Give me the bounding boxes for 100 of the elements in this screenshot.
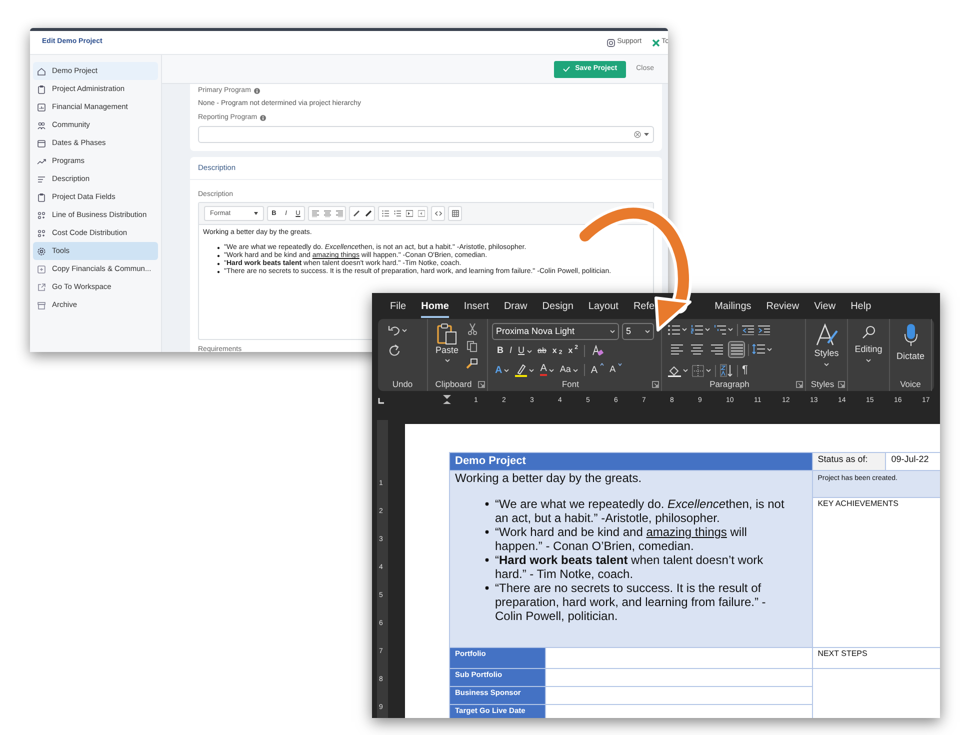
dictate-button[interactable]: Dictate (894, 323, 927, 378)
group-label: Font (562, 378, 579, 391)
support-icon (607, 38, 616, 46)
caret-icon (866, 358, 871, 362)
caret-icon (529, 368, 534, 372)
trend-icon (37, 156, 46, 166)
redo-button[interactable] (388, 344, 400, 356)
paste-button[interactable]: Paste (432, 323, 462, 378)
superscript-button[interactable]: x$^{2}$ (568, 345, 578, 357)
styles-icon (814, 323, 838, 347)
lines-icon (37, 174, 46, 184)
caret-icon (705, 328, 710, 331)
align-right-icon (710, 344, 722, 355)
microphone-icon (904, 323, 918, 347)
table-cell: KEY ACHIEVEMENTS (812, 498, 940, 648)
calendar-icon (37, 138, 46, 148)
indent-marker-icon (443, 395, 451, 406)
ribbon-tab[interactable]: Help (850, 296, 872, 318)
highlighter-icon (515, 364, 528, 376)
caret-icon (645, 330, 650, 333)
italic-button[interactable]: I (510, 344, 512, 358)
font-size-field[interactable]: 5 (622, 323, 654, 340)
align-center-icon (690, 344, 702, 355)
caret-icon (526, 350, 532, 352)
grid-icon (37, 228, 46, 238)
bullet-item: “We are what we repeatedly do. Excellencethen, is not an act, but a habit.” -Aristotle, philosopher. (485, 497, 787, 525)
body-paragraph: Working a better day by the greats. (455, 471, 643, 485)
ribbon-tab[interactable]: Mailings (714, 296, 752, 318)
dialog-launcher-icon (838, 381, 845, 388)
dialog-launcher-icon (478, 381, 485, 388)
ribbon-tab[interactable]: Layout (588, 296, 618, 318)
people-icon (37, 120, 46, 130)
caret-icon (254, 212, 258, 215)
font-color-button[interactable]: A (540, 364, 554, 376)
grow-button[interactable]: A (590, 362, 604, 378)
outdent-icon (406, 210, 412, 217)
decrease-indent-icon (742, 324, 754, 334)
format-painter-button[interactable] (466, 358, 478, 369)
decrease-indent-button[interactable] (742, 324, 754, 334)
numbered-list-icon (394, 210, 400, 217)
ribbon-tab[interactable]: File (390, 296, 406, 318)
show-formatting-button[interactable]: ¶ (742, 362, 748, 379)
increase-indent-button[interactable] (758, 324, 770, 334)
caret-icon (644, 132, 649, 136)
numbered-list-button[interactable] (691, 324, 710, 334)
ribbon-tab[interactable]: Review (766, 296, 800, 318)
editing-button[interactable]: Editing (852, 323, 885, 378)
search-icon (862, 325, 876, 339)
text-effects-button[interactable]: A (495, 362, 510, 378)
increase-indent-icon (758, 324, 770, 334)
group-label: Clipboard (435, 378, 472, 391)
styles-button[interactable]: Styles (810, 323, 843, 378)
line-spacing-button[interactable] (752, 344, 772, 355)
bold-button[interactable]: B (497, 344, 504, 358)
clipboard-icon (37, 84, 46, 94)
ribbon-tab[interactable]: Refe (633, 296, 655, 318)
ribbon-tab[interactable]: Design (542, 296, 574, 318)
change-case-button[interactable]: Aa (560, 363, 578, 377)
caret-icon (683, 369, 688, 372)
clear-icon (634, 130, 641, 138)
outdent-button[interactable] (403, 207, 415, 220)
info-icon (254, 88, 260, 94)
align-justify-button[interactable] (728, 341, 745, 358)
clear-formatting-button[interactable] (591, 345, 604, 357)
shrink-button[interactable]: A (610, 363, 622, 377)
ribbon-tab[interactable]: Draw (504, 296, 528, 318)
ribbon-tab[interactable]: View (814, 296, 836, 318)
caret-icon (767, 348, 772, 351)
select-field[interactable] (198, 126, 654, 142)
caret-icon (706, 369, 711, 372)
bullet-item: “There are no secrets to success. It is the result of preparation, hard work, and learning from failure.” -Colin Powell, politician. (485, 581, 787, 623)
settings-icon (37, 246, 46, 256)
highlight-button[interactable] (515, 364, 534, 376)
caret-icon (824, 362, 829, 366)
underline-button[interactable]: U (518, 344, 532, 358)
clipboard-icon (37, 192, 46, 202)
borders-icon (692, 364, 704, 376)
strikethrough-button[interactable]: ab (538, 345, 546, 357)
font-name-field[interactable]: Proxima Nova Light (492, 323, 619, 340)
caret-icon (728, 328, 733, 331)
info-icon (260, 115, 266, 122)
line-spacing-icon (752, 344, 765, 355)
sort-button[interactable] (720, 364, 733, 377)
format-painter-icon (466, 358, 478, 369)
bulleted-list-button[interactable] (668, 324, 687, 334)
subscript-button[interactable]: x$_{2}$ (552, 345, 562, 357)
undo-button[interactable] (388, 325, 407, 336)
table-cell: 09-Jul-22 (886, 452, 940, 470)
sort-icon (720, 364, 733, 377)
undo-icon (388, 325, 400, 336)
borders-button[interactable] (692, 364, 711, 376)
archive-icon (37, 300, 46, 310)
align-left-icon (312, 210, 318, 217)
caret-icon (682, 328, 687, 331)
caret-icon (444, 359, 450, 362)
check-icon (563, 66, 570, 72)
paint-bucket-button[interactable] (668, 364, 688, 376)
ribbon-tab[interactable]: Insert (464, 296, 489, 318)
scissors-button[interactable] (466, 323, 478, 335)
multilevel-list-button[interactable] (714, 324, 733, 334)
